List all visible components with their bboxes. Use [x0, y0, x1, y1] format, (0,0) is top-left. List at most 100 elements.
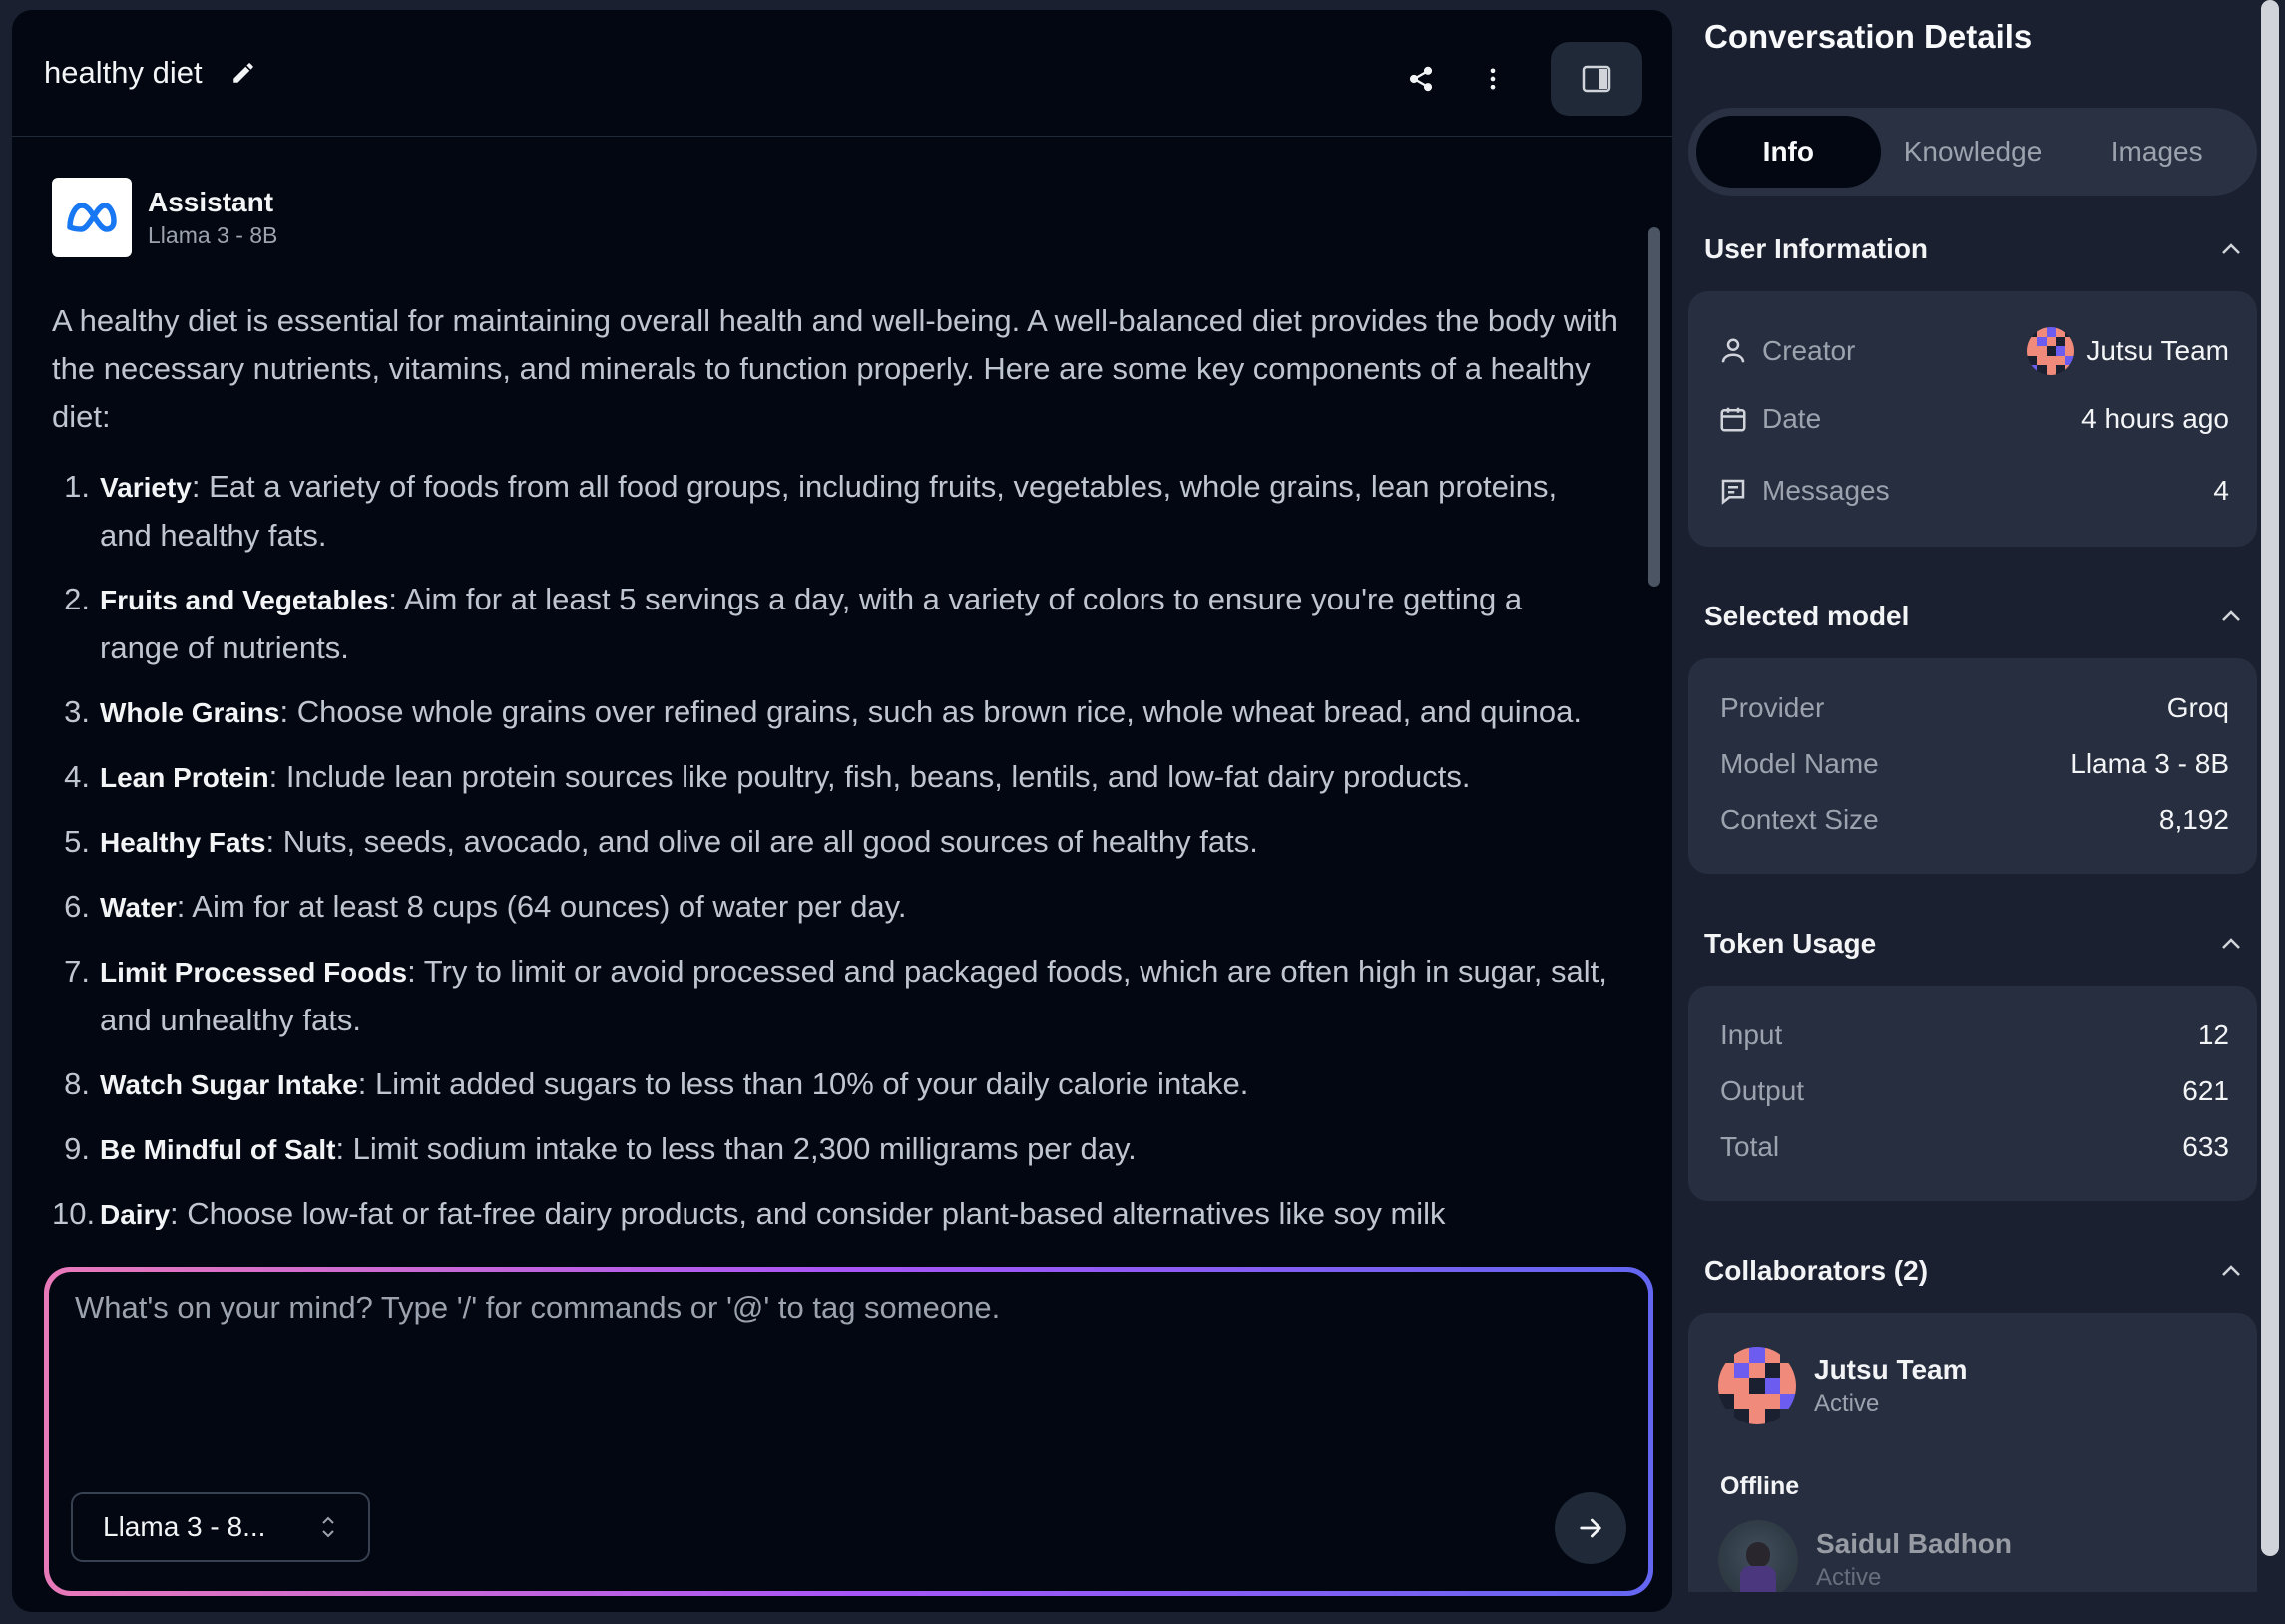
list-item-title: Water [100, 892, 177, 923]
model-name-label: Model Name [1720, 748, 1879, 779]
list-item-title: Whole Grains [100, 697, 280, 728]
details-tabs: Info Knowledge Images [1688, 108, 2257, 196]
context-size-row: Context Size 8,192 [1720, 804, 2229, 836]
total-tokens-row: Total 633 [1720, 1131, 2229, 1163]
chevron-up-icon [2222, 1265, 2240, 1276]
tab-info[interactable]: Info [1696, 116, 1881, 188]
list-item-number: 9. [64, 1131, 90, 1166]
offline-label: Offline [1720, 1472, 1800, 1500]
conversation-details-panel: Conversation Details Info Knowledge Imag… [1688, 0, 2257, 1624]
send-button[interactable] [1555, 1492, 1626, 1564]
list-item: 8. Watch Sugar Intake: Limit added sugars… [52, 1060, 1608, 1109]
message-list: Assistant Llama 3 - 8B A healthy diet is… [12, 138, 1648, 1270]
list-item-text: : Choose low-fat or fat-free dairy produ… [170, 1196, 1446, 1231]
selected-model-card: Provider Groq Model Name Llama 3 - 8B Co… [1688, 658, 2257, 874]
list-item-body: Be Mindful of Salt: Limit sodium intake … [100, 1125, 1608, 1174]
collaborators-card: Jutsu Team Active Offline Saidul Badhon … [1688, 1313, 2257, 1592]
collaborators-heading: Collaborators (2) [1704, 1255, 1929, 1286]
list-item-body: Watch Sugar Intake: Limit added sugars t… [100, 1060, 1608, 1109]
messages-value: 4 [2213, 475, 2229, 506]
collaborator-jutsu-team[interactable]: Jutsu Team Active [1718, 1347, 1968, 1424]
list-item-title: Variety [100, 472, 192, 503]
collaborators-header[interactable]: Collaborators (2) [1704, 1255, 2243, 1287]
date-label: Date [1762, 403, 1822, 434]
chat-scrollbar[interactable] [1648, 227, 1660, 587]
message-input[interactable] [75, 1290, 1611, 1326]
token-usage-header[interactable]: Token Usage [1704, 928, 2243, 960]
list-item-title: Be Mindful of Salt [100, 1134, 336, 1165]
list-item-title: Watch Sugar Intake [100, 1069, 358, 1100]
list-item-text: : Choose whole grains over refined grain… [279, 694, 1582, 729]
user-info-card: Creator Jutsu Team Date 4 hours ago Mess… [1688, 291, 2257, 547]
output-tokens-row: Output 621 [1720, 1075, 2229, 1107]
assistant-header: Assistant Llama 3 - 8B [52, 178, 1608, 257]
list-item: 10. Dairy: Choose low-fat or fat-free dai… [52, 1190, 1608, 1239]
list-item-body: Whole Grains: Choose whole grains over r… [100, 688, 1608, 737]
chevron-up-icon [2222, 610, 2240, 621]
list-item-body: Fruits and Vegetables: Aim for at least … [100, 576, 1608, 672]
list-item-number: 8. [64, 1066, 90, 1101]
provider-value: Groq [2166, 692, 2229, 723]
list-item: 5. Healthy Fats: Nuts, seeds, avocado, an… [52, 818, 1608, 867]
tab-images[interactable]: Images [2064, 116, 2249, 188]
total-tokens-label: Total [1720, 1131, 1780, 1162]
collaborator-saidul-badhon[interactable]: Saidul Badhon Active [1718, 1520, 2012, 1592]
calendar-icon [1720, 407, 1746, 432]
input-tokens-value: 12 [2197, 1019, 2229, 1050]
list-item-text: : Aim for at least 8 cups (64 ounces) of… [176, 889, 907, 924]
messages-row: Messages 4 [1718, 475, 2229, 507]
jutsu-team-avatar [2027, 327, 2075, 375]
context-size-label: Context Size [1720, 804, 1879, 835]
chevron-up-icon [2222, 938, 2240, 949]
meta-logo-icon [52, 178, 132, 257]
list-item-text: : Limit sodium intake to less than 2,300… [335, 1131, 1137, 1166]
diet-list: 1. Variety: Eat a variety of foods from a… [52, 463, 1608, 1239]
list-item-body: Limit Processed Foods: Try to limit or a… [100, 948, 1608, 1044]
edit-pencil-icon[interactable] [230, 60, 256, 86]
collaborator-name: Saidul Badhon [1816, 1528, 2012, 1559]
model-select[interactable]: Llama 3 - 8... [71, 1492, 370, 1562]
list-item-title: Lean Protein [100, 762, 269, 793]
selected-model-header[interactable]: Selected model [1704, 601, 2243, 632]
list-item: 1. Variety: Eat a variety of foods from a… [52, 463, 1608, 560]
list-item-number: 10. [52, 1196, 96, 1231]
messages-label: Messages [1762, 475, 1890, 506]
chat-panel: healthy diet Assistant Llama 3 - 8B A he… [12, 10, 1672, 1612]
list-item: 6. Water: Aim for at least 8 cups (64 oun… [52, 883, 1608, 932]
creator-label: Creator [1762, 335, 1856, 366]
list-item-number: 5. [64, 824, 90, 859]
share-icon[interactable] [1403, 61, 1439, 97]
chevron-up-icon [2222, 243, 2240, 254]
list-item-body: Dairy: Choose low-fat or fat-free dairy … [100, 1190, 1608, 1239]
sidebar-scrollbar[interactable] [2261, 0, 2279, 1556]
total-tokens-value: 633 [2182, 1131, 2229, 1162]
composer: Llama 3 - 8... [44, 1267, 1653, 1596]
arrow-right-icon [1580, 1518, 1601, 1538]
model-name-row: Model Name Llama 3 - 8B [1720, 748, 2229, 780]
assistant-model: Llama 3 - 8B [148, 221, 278, 248]
chat-header: healthy diet [12, 10, 1672, 137]
list-item-text: : Nuts, seeds, avocado, and olive oil ar… [265, 824, 1258, 859]
list-item-title: Healthy Fats [100, 827, 266, 858]
list-item: 9. Be Mindful of Salt: Limit sodium intak… [52, 1125, 1608, 1174]
tab-knowledge[interactable]: Knowledge [1881, 116, 2065, 188]
collaborator-name: Jutsu Team [1814, 1354, 1968, 1385]
toggle-sidebar-icon[interactable] [1551, 42, 1642, 116]
more-options-icon[interactable] [1475, 61, 1511, 97]
model-select-label: Llama 3 - 8... [103, 1511, 266, 1542]
sidebar-scroll-track [2257, 0, 2285, 1624]
token-usage-card: Input 12 Output 621 Total 633 [1688, 986, 2257, 1201]
date-value: 4 hours ago [2081, 403, 2229, 434]
assistant-name: Assistant [148, 186, 274, 217]
header-actions [1403, 42, 1642, 116]
creator-row: Creator Jutsu Team [1718, 327, 2229, 375]
provider-row: Provider Groq [1720, 692, 2229, 724]
creator-value: Jutsu Team [2086, 335, 2229, 366]
context-size-value: 8,192 [2158, 804, 2229, 835]
user-icon [1721, 338, 1745, 363]
chevron-up-down-icon [318, 1514, 338, 1540]
list-item-number: 4. [64, 759, 90, 794]
user-info-header[interactable]: User Information [1704, 233, 2243, 265]
conversation-title: healthy diet [44, 55, 203, 90]
list-item-number: 2. [64, 582, 90, 616]
